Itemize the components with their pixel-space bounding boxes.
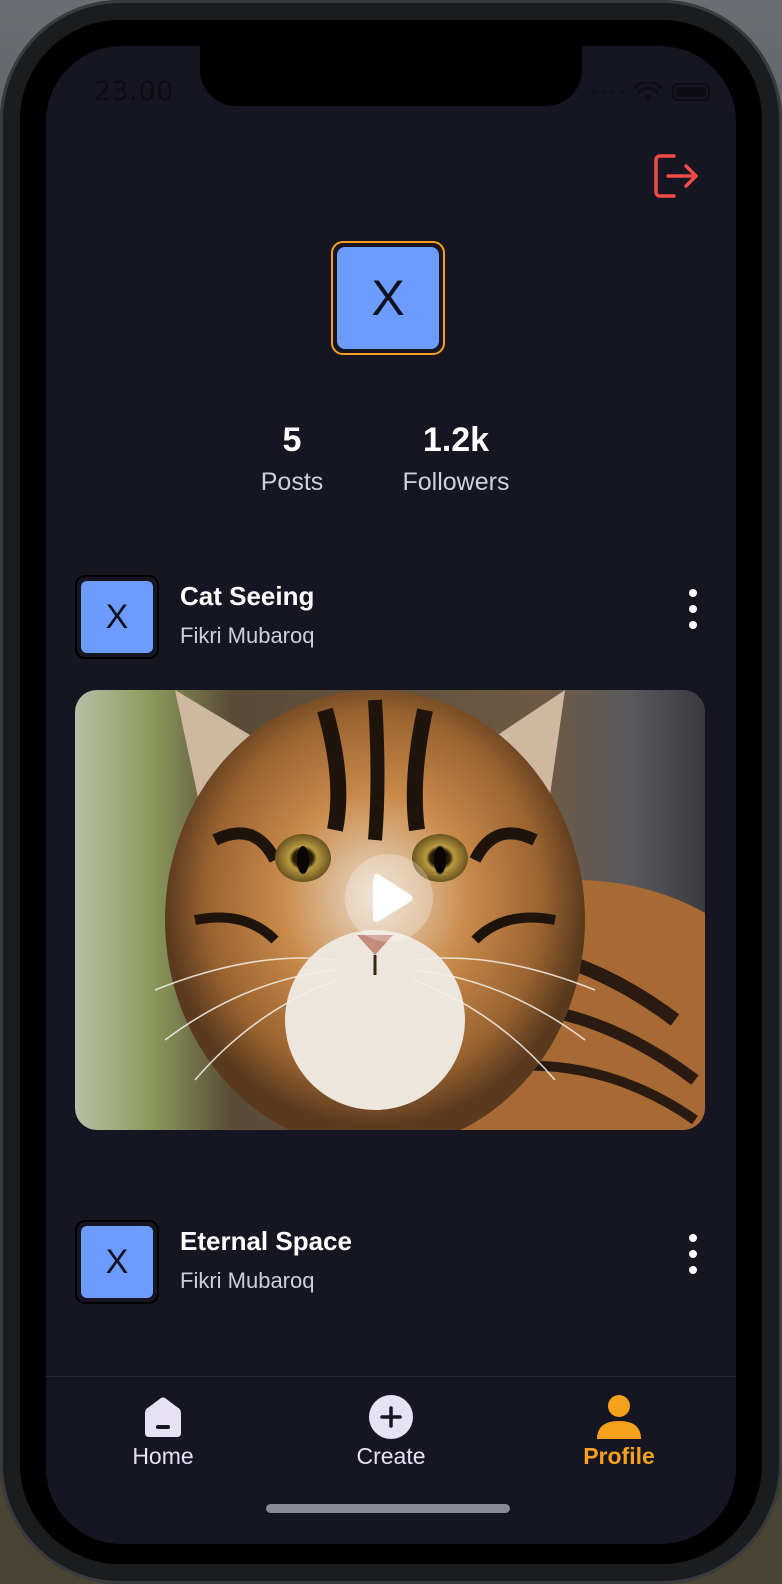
bottom-navigation: Home Create Profile xyxy=(46,1376,736,1544)
home-icon xyxy=(145,1397,181,1437)
stat-followers: 1.2k Followers xyxy=(386,418,526,502)
battery-icon xyxy=(672,83,710,101)
nav-home-label: Home xyxy=(132,1443,194,1469)
post-header: X Cat Seeing Fikri Mubaroq xyxy=(75,575,705,659)
nav-create-label: Create xyxy=(356,1443,426,1469)
more-vertical-icon xyxy=(689,1234,697,1242)
stat-posts: 5 Posts xyxy=(242,418,342,502)
post-title[interactable]: Eternal Space xyxy=(180,1226,352,1257)
more-options-button[interactable] xyxy=(683,1234,703,1274)
post-avatar[interactable]: X xyxy=(75,1220,159,1304)
post-avatar[interactable]: X xyxy=(75,575,159,659)
app-screen: 23.00 X 5 Posts 1.2k Followers X Cat See… xyxy=(46,46,736,1544)
more-vertical-icon xyxy=(689,589,697,597)
profile-avatar[interactable]: X xyxy=(331,241,445,355)
wifi-icon xyxy=(634,82,662,100)
profile-avatar-letter: X xyxy=(337,247,439,349)
stat-posts-value: 5 xyxy=(282,421,302,459)
stat-followers-label: Followers xyxy=(402,468,510,496)
play-icon xyxy=(373,874,413,922)
post-title[interactable]: Cat Seeing xyxy=(180,581,314,612)
stat-posts-label: Posts xyxy=(260,468,324,496)
status-time: 23.00 xyxy=(94,76,174,107)
stat-followers-value: 1.2k xyxy=(422,421,490,459)
cellular-signal-icon xyxy=(592,89,624,95)
nav-profile-label: Profile xyxy=(583,1443,655,1469)
post-author[interactable]: Fikri Mubaroq xyxy=(180,1268,314,1294)
more-options-button[interactable] xyxy=(683,589,703,629)
post-avatar-letter: X xyxy=(81,1226,153,1298)
play-button[interactable] xyxy=(345,854,433,942)
post-header: X Eternal Space Fikri Mubaroq xyxy=(75,1220,705,1304)
home-indicator xyxy=(266,1504,510,1513)
logout-button[interactable] xyxy=(652,152,700,200)
camera-notch xyxy=(200,46,582,106)
person-icon xyxy=(597,1395,641,1439)
logout-icon xyxy=(654,154,698,198)
post-avatar-letter: X xyxy=(81,581,153,653)
plus-circle-icon xyxy=(369,1395,413,1439)
status-icons xyxy=(592,82,710,102)
post-video-thumbnail[interactable] xyxy=(75,690,705,1130)
post-author[interactable]: Fikri Mubaroq xyxy=(180,623,314,649)
